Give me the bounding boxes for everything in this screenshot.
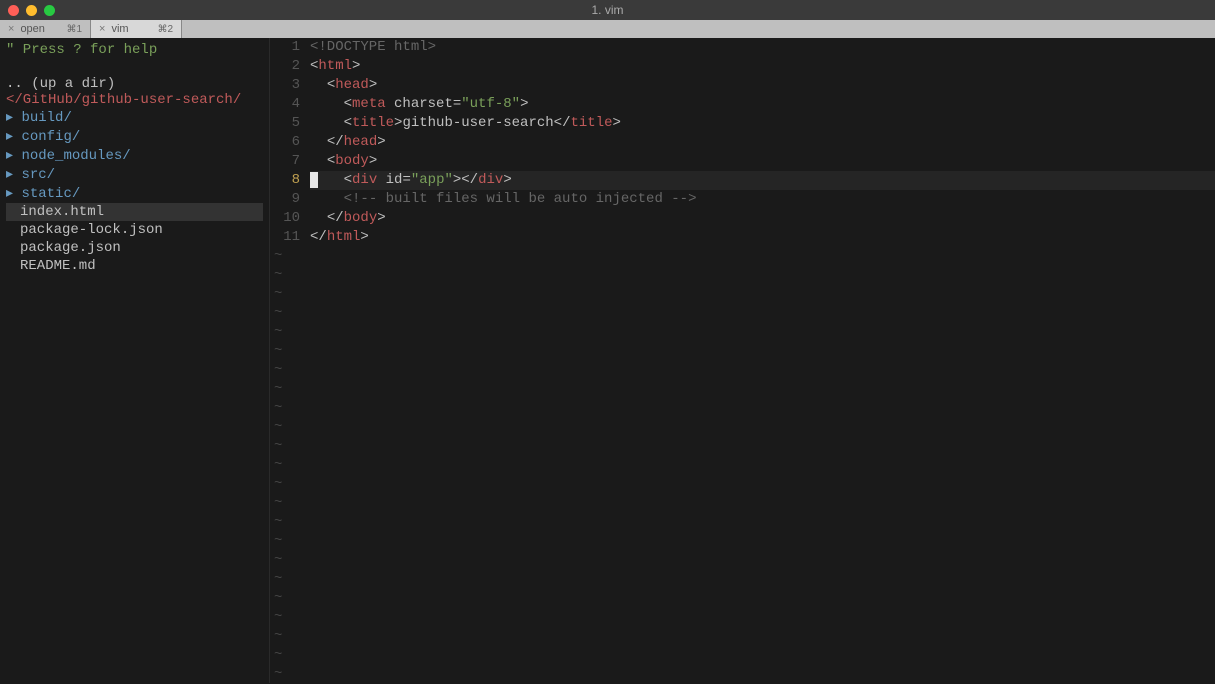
empty-line-marker: ~ <box>270 361 300 380</box>
tabbar: × open ⌘1 × vim ⌘2 <box>0 20 1215 38</box>
line-number: 6 <box>270 133 300 152</box>
line-number: 10 <box>270 209 300 228</box>
tab-shortcut: ⌘2 <box>157 24 173 35</box>
empty-line-marker: ~ <box>270 323 300 342</box>
code-line[interactable]: <title>github-user-search</title> <box>310 114 1215 133</box>
code-line[interactable]: </body> <box>310 209 1215 228</box>
empty-line-marker: ~ <box>270 342 300 361</box>
empty-line-marker: ~ <box>270 646 300 665</box>
line-number: 7 <box>270 152 300 171</box>
file-item[interactable]: package-lock.json <box>6 221 263 239</box>
line-number: 11 <box>270 228 300 247</box>
empty-line-marker: ~ <box>270 380 300 399</box>
empty-line-marker: ~ <box>270 570 300 589</box>
tab-vim[interactable]: × vim ⌘2 <box>91 20 182 38</box>
window-title: 1. vim <box>591 3 623 17</box>
empty-line-marker: ~ <box>270 532 300 551</box>
empty-line-marker: ~ <box>270 513 300 532</box>
file-item[interactable]: src/ <box>6 165 263 184</box>
code-editor[interactable]: 1234567891011~~~~~~~~~~~~~~~~~~~~~~~ <!D… <box>270 38 1215 683</box>
empty-line-marker: ~ <box>270 247 300 266</box>
minimize-button[interactable] <box>26 5 37 16</box>
empty-line-marker: ~ <box>270 494 300 513</box>
code-line[interactable]: <div id="app"></div> <box>310 171 1215 190</box>
cursor <box>310 172 318 188</box>
code-line[interactable]: <!DOCTYPE html> <box>310 38 1215 57</box>
tab-label: open <box>20 23 60 35</box>
traffic-lights <box>8 5 55 16</box>
empty-line-marker: ~ <box>270 285 300 304</box>
help-text: " Press ? for help <box>6 42 263 58</box>
line-number: 9 <box>270 190 300 209</box>
file-item[interactable]: node_modules/ <box>6 146 263 165</box>
file-item[interactable]: config/ <box>6 127 263 146</box>
code-line[interactable]: <!-- built files will be auto injected -… <box>310 190 1215 209</box>
line-number: 4 <box>270 95 300 114</box>
empty-line-marker: ~ <box>270 456 300 475</box>
line-number: 1 <box>270 38 300 57</box>
close-icon[interactable]: × <box>8 23 14 35</box>
empty-line-marker: ~ <box>270 418 300 437</box>
empty-line-marker: ~ <box>270 437 300 456</box>
tab-label: vim <box>111 23 151 35</box>
file-list: build/config/node_modules/src/static/ind… <box>6 108 263 275</box>
code-line[interactable]: </html> <box>310 228 1215 247</box>
tab-shortcut: ⌘1 <box>66 24 82 35</box>
code-line[interactable]: <head> <box>310 76 1215 95</box>
code-area[interactable]: <!DOCTYPE html><html> <head> <meta chars… <box>310 38 1215 683</box>
editor-area: " Press ? for help .. (up a dir) </GitHu… <box>0 38 1215 683</box>
line-number-gutter: 1234567891011~~~~~~~~~~~~~~~~~~~~~~~ <box>270 38 310 683</box>
code-line[interactable]: <meta charset="utf-8"> <box>310 95 1215 114</box>
close-icon[interactable]: × <box>99 23 105 35</box>
line-number: 3 <box>270 76 300 95</box>
empty-line-marker: ~ <box>270 665 300 684</box>
current-path: </GitHub/github-user-search/ <box>6 92 263 108</box>
tab-open[interactable]: × open ⌘1 <box>0 20 91 38</box>
file-item[interactable]: build/ <box>6 108 263 127</box>
empty-line-marker: ~ <box>270 551 300 570</box>
line-number: 5 <box>270 114 300 133</box>
file-item[interactable]: README.md <box>6 257 263 275</box>
file-tree-sidebar: " Press ? for help .. (up a dir) </GitHu… <box>0 38 270 683</box>
empty-line-marker: ~ <box>270 304 300 323</box>
file-item[interactable]: package.json <box>6 239 263 257</box>
line-number: 8 <box>270 171 300 190</box>
code-line[interactable]: </head> <box>310 133 1215 152</box>
code-line[interactable]: <html> <box>310 57 1215 76</box>
file-item[interactable]: index.html <box>6 203 263 221</box>
empty-line-marker: ~ <box>270 608 300 627</box>
empty-line-marker: ~ <box>270 475 300 494</box>
empty-line-marker: ~ <box>270 399 300 418</box>
empty-line-marker: ~ <box>270 627 300 646</box>
empty-line-marker: ~ <box>270 266 300 285</box>
line-number: 2 <box>270 57 300 76</box>
maximize-button[interactable] <box>44 5 55 16</box>
parent-dir[interactable]: .. (up a dir) <box>6 76 263 92</box>
titlebar: 1. vim <box>0 0 1215 20</box>
close-button[interactable] <box>8 5 19 16</box>
code-line[interactable]: <body> <box>310 152 1215 171</box>
empty-line-marker: ~ <box>270 589 300 608</box>
file-item[interactable]: static/ <box>6 184 263 203</box>
